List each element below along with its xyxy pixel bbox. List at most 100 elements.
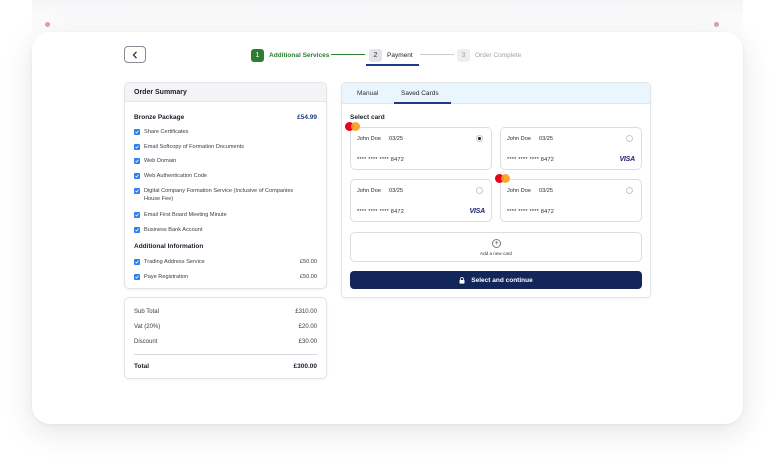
card-expiry: 03/25	[539, 188, 553, 194]
card-radio[interactable]	[476, 187, 483, 194]
checkbox-icon	[134, 227, 140, 233]
additional-info-heading: Additional Information	[134, 243, 317, 250]
step-label: Payment	[387, 51, 413, 59]
additional-price: £50.00	[299, 259, 317, 265]
select-card-label: Select card	[350, 114, 385, 121]
feature-item: Business Bank Account	[134, 226, 317, 234]
decorative-dot	[45, 22, 50, 27]
checkbox-icon	[134, 274, 140, 280]
totals-row: Sub Total £310.00	[134, 309, 317, 315]
feature-item: Web Authentication Code	[134, 172, 317, 180]
totals-label: Vat (20%)	[134, 324, 161, 330]
card-number: **** **** **** 8472	[507, 157, 555, 163]
order-summary-title: Order Summary	[125, 83, 326, 102]
checkbox-icon	[134, 158, 140, 164]
additional-item: Trading Address Service £50.00	[134, 258, 317, 266]
active-tab-indicator	[394, 102, 451, 104]
visa-icon: VISA	[469, 208, 485, 215]
saved-card[interactable]: John Doe 03/25 **** **** **** 8472 VISA	[350, 179, 492, 222]
plus-icon: +	[492, 239, 501, 248]
payment-tabs: Manual Saved Cards	[342, 83, 650, 104]
active-step-underline	[366, 64, 419, 66]
step-payment[interactable]: 2 Payment	[369, 47, 413, 63]
step-connector	[420, 54, 454, 55]
totals-row: Discount £30.00	[134, 339, 317, 345]
feature-label: Email Softcopy of Formation Documents	[144, 144, 245, 150]
package-name: Bronze Package	[134, 114, 185, 121]
total-value: £300.00	[293, 363, 318, 370]
step-label: Additional Services	[269, 51, 330, 59]
saved-card[interactable]: John Doe 03/25 **** **** **** 8472	[345, 122, 492, 170]
feature-item: Email First Board Meeting Minute	[134, 211, 317, 219]
order-summary-card: Order Summary Bronze Package £54.99 Shar…	[124, 82, 327, 289]
step-number: 1	[251, 48, 264, 62]
back-button[interactable]	[124, 46, 146, 63]
totals-value: £30.00	[298, 339, 317, 345]
card-holder: John Doe	[507, 136, 531, 142]
feature-item: Web Domain	[134, 157, 317, 165]
step-connector	[331, 54, 365, 55]
feature-item: Digital Company Formation Service (Inclu…	[134, 187, 296, 203]
feature-item: Email Softcopy of Formation Documents	[134, 143, 317, 151]
select-and-continue-button[interactable]: Select and continue	[350, 271, 642, 289]
feature-label: Email First Board Meeting Minute	[144, 212, 227, 218]
card-expiry: 03/25	[389, 136, 403, 142]
card-holder: John Doe	[507, 188, 531, 194]
card-number: **** **** **** 8472	[357, 209, 405, 215]
tab-manual[interactable]: Manual	[357, 90, 378, 97]
card-number: **** **** **** 8472	[357, 157, 405, 163]
feature-item: Share Certificates	[134, 128, 317, 136]
checkbox-icon	[134, 188, 140, 194]
checkbox-icon	[134, 173, 140, 179]
step-number: 2	[369, 48, 382, 62]
card-holder: John Doe	[357, 136, 381, 142]
add-card-label: Add a new card	[480, 251, 512, 256]
checkbox-icon	[134, 212, 140, 218]
card-holder: John Doe	[357, 188, 381, 194]
grand-total-row: Total £300.00	[134, 363, 317, 370]
totals-card: Sub Total £310.00 Vat (20%) £20.00 Disco…	[124, 297, 327, 379]
card-expiry: 03/25	[389, 188, 403, 194]
feature-label: Share Certificates	[144, 129, 189, 135]
add-new-card-button[interactable]: + Add a new card	[350, 232, 642, 262]
browser-top-strip	[32, 0, 743, 36]
step-order-complete[interactable]: 3 Order Complete	[457, 47, 521, 63]
additional-item: Paye Registration £50.00	[134, 273, 317, 281]
visa-icon: VISA	[619, 156, 635, 163]
additional-price: £50.00	[299, 274, 317, 280]
feature-label: Web Domain	[144, 158, 177, 164]
card-expiry: 03/25	[539, 136, 553, 142]
decorative-dot	[714, 22, 719, 27]
chevron-left-icon	[132, 50, 137, 59]
lock-icon	[459, 276, 465, 284]
additional-label: Trading Address Service	[144, 259, 205, 265]
card-number: **** **** **** 8472	[507, 209, 555, 215]
step-additional-services[interactable]: 1 Additional Services	[251, 47, 329, 63]
step-label: Order Complete	[475, 51, 522, 59]
submit-label: Select and continue	[471, 276, 533, 284]
saved-card[interactable]: John Doe 03/25 **** **** **** 8472 VISA	[500, 127, 642, 170]
card-radio[interactable]	[476, 135, 483, 142]
additional-label: Paye Registration	[144, 274, 189, 280]
feature-label: Business Bank Account	[144, 227, 203, 233]
totals-divider	[134, 354, 317, 355]
totals-row: Vat (20%) £20.00	[134, 324, 317, 330]
package-row: Bronze Package £54.99	[134, 114, 317, 121]
tab-saved-cards[interactable]: Saved Cards	[401, 90, 439, 97]
totals-value: £20.00	[298, 324, 317, 330]
totals-label: Discount	[134, 339, 158, 345]
checkbox-icon	[134, 259, 140, 265]
step-number: 3	[457, 48, 470, 62]
saved-card[interactable]: John Doe 03/25 **** **** **** 8472	[495, 174, 642, 222]
checkbox-icon	[134, 129, 140, 135]
card-radio[interactable]	[626, 135, 633, 142]
feature-label: Web Authentication Code	[144, 173, 208, 179]
feature-label: Digital Company Formation Service (Inclu…	[144, 188, 294, 202]
card-radio[interactable]	[626, 187, 633, 194]
total-label: Total	[134, 363, 150, 370]
package-price: £54.99	[297, 114, 317, 121]
checkbox-icon	[134, 144, 140, 150]
additional-info-title: Additional Information	[134, 243, 204, 250]
totals-value: £310.00	[295, 309, 317, 315]
totals-label: Sub Total	[134, 309, 159, 315]
